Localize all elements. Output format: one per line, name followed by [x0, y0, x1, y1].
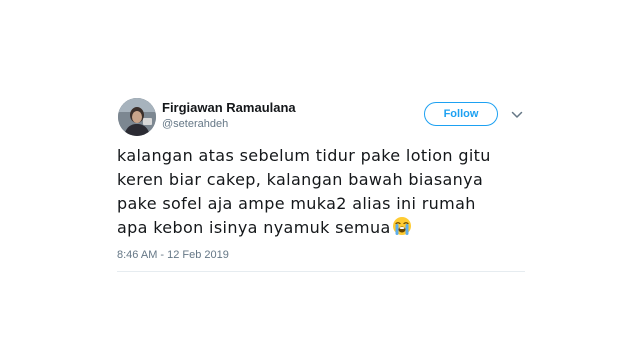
tweet-text-line: apa kebon isinya nyamuk semua: [117, 218, 391, 237]
tweet-text: kalangan atas sebelum tidur pake lotion …: [117, 144, 527, 240]
chevron-down-icon[interactable]: [511, 111, 523, 119]
tweet-timestamp[interactable]: 8:46 AM - 12 Feb 2019: [117, 249, 229, 261]
author-name[interactable]: Firgiawan Ramaulana: [162, 100, 296, 115]
author-handle[interactable]: @seterahdeh: [162, 118, 228, 130]
tweet-text-line: keren biar cakep, kalangan bawah biasany…: [117, 170, 484, 189]
follow-button[interactable]: Follow: [424, 102, 498, 126]
tweet-text-line: kalangan atas sebelum tidur pake lotion …: [117, 146, 491, 165]
avatar-photo-icon: [118, 98, 156, 136]
tweet-text-line: pake sofel aja ampe muka2 alias ini ruma…: [117, 194, 476, 213]
avatar[interactable]: [118, 98, 156, 136]
divider: [117, 271, 525, 272]
tweet-text-line-last: apa kebon isinya nyamuk semua: [117, 216, 527, 240]
tweet-card: Firgiawan Ramaulana @seterahdeh Follow k…: [103, 82, 533, 278]
loudly-crying-face-emoji-icon: [392, 217, 411, 235]
